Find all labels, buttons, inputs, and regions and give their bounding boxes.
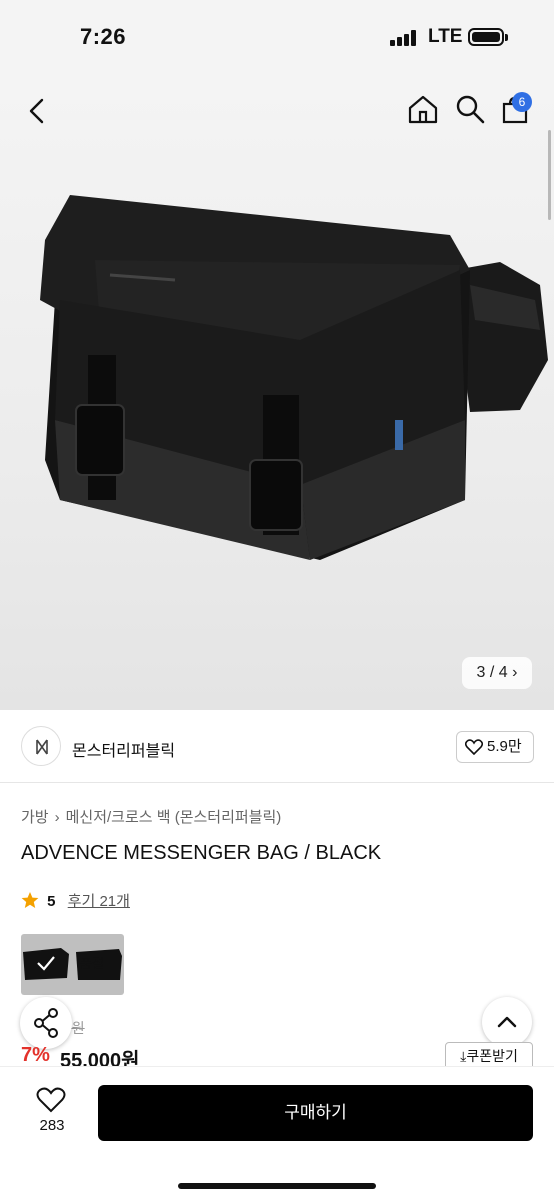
star-icon (21, 892, 39, 908)
breadcrumb: 가방 › 메신저/크로스 백 (몬스터리퍼블릭) (21, 806, 281, 827)
product-image[interactable] (0, 78, 554, 710)
discount-rate: 7% (21, 1044, 50, 1066)
brand-like-count: 5.9만 (487, 738, 522, 755)
chevron-right-icon: › (512, 664, 518, 681)
network-label: LTE (428, 26, 463, 47)
brand-name[interactable]: 몬스터리퍼블릭 (72, 737, 175, 761)
breadcrumb-category[interactable]: 가방 (21, 809, 49, 826)
messenger-bag-image (40, 195, 548, 560)
scroll-top-button[interactable] (482, 997, 532, 1047)
chevron-right-icon: › (54, 809, 60, 826)
home-icon[interactable] (407, 94, 439, 124)
back-button[interactable] (28, 98, 46, 124)
status-bar: 7:26 LTE (0, 0, 554, 78)
breadcrumb-subcategory[interactable]: 메신저/크로스 백 (몬스터리퍼블릭) (66, 809, 282, 826)
check-icon (37, 956, 55, 971)
share-icon (34, 1008, 58, 1038)
brand-row[interactable]: 몬스터리퍼블릭 5.9만 (0, 711, 554, 783)
chevron-up-icon (497, 1016, 517, 1028)
review-link[interactable]: 후기 21개 (68, 893, 130, 910)
heart-icon (465, 739, 483, 755)
status-time: 7:26 (80, 24, 127, 49)
cart-count-badge: 6 (512, 92, 532, 112)
home-indicator (178, 1183, 376, 1189)
signal-icon (390, 30, 420, 46)
image-counter[interactable]: 3 / 4 › (462, 657, 532, 689)
wish-heart-icon[interactable] (36, 1087, 66, 1113)
share-button[interactable] (20, 997, 72, 1049)
bottom-bar: 283 구매하기 (0, 1066, 554, 1200)
rating: 5 후기 21개 (21, 890, 130, 911)
product-title: ADVENCE MESSENGER BAG / BLACK (21, 842, 382, 864)
rating-score: 5 (47, 893, 56, 910)
buy-button[interactable]: 구매하기 (98, 1085, 533, 1141)
battery-icon (468, 28, 508, 46)
brand-logo-mark (36, 739, 48, 755)
image-counter-label: 3 / 4 (476, 664, 508, 681)
scroll-indicator (548, 130, 551, 220)
wish-count: 283 (39, 1117, 65, 1134)
brand-logo[interactable] (21, 726, 61, 766)
brand-like-button[interactable]: 5.9만 (456, 731, 534, 763)
soldout-label: 품절 (80, 956, 104, 971)
search-icon[interactable] (455, 94, 485, 124)
coupon-label: 쿠폰받기 (466, 1048, 518, 1064)
